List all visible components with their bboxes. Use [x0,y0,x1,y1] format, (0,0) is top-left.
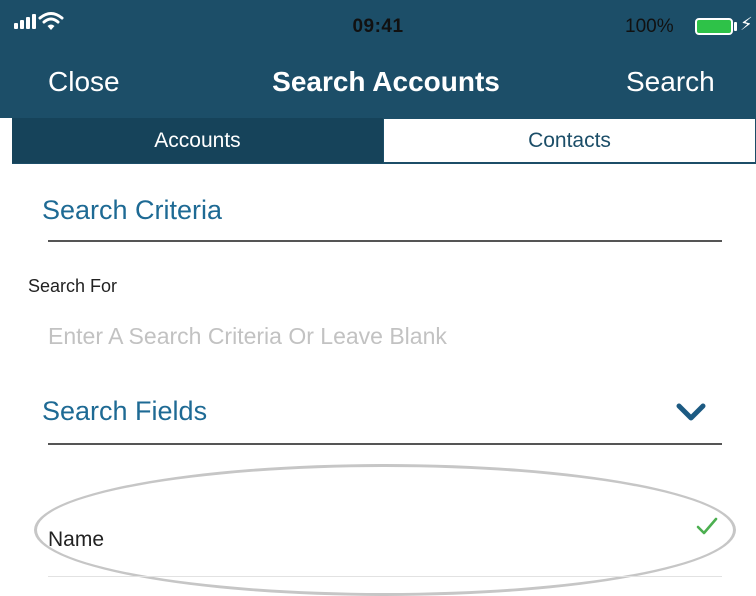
search-button[interactable]: Search [626,66,715,98]
search-for-label: Search For [28,276,118,296]
search-field-name-label: Name [48,528,105,551]
navigation-bar: Close Search Accounts Search [0,58,756,118]
search-fields-heading: Search Fields [42,396,208,426]
checkmark-icon [696,517,718,535]
charging-bolt-icon: ⚡ [740,14,753,34]
status-bar: 09:41 100% ⚡ [0,0,756,58]
battery-tip [734,22,737,31]
divider [48,240,722,242]
divider [48,443,722,445]
chevron-down-icon[interactable] [675,400,707,424]
tab-accounts[interactable]: Accounts [12,118,383,163]
battery-percent: 100% [625,16,674,37]
search-criteria-heading: Search Criteria [42,195,223,225]
search-input[interactable] [48,318,722,354]
battery-icon [695,18,733,35]
tab-contacts[interactable]: Contacts [383,118,756,163]
search-field-name-row[interactable]: Name [48,510,738,570]
segmented-control: Accounts Contacts [12,118,756,164]
row-divider [48,576,722,577]
